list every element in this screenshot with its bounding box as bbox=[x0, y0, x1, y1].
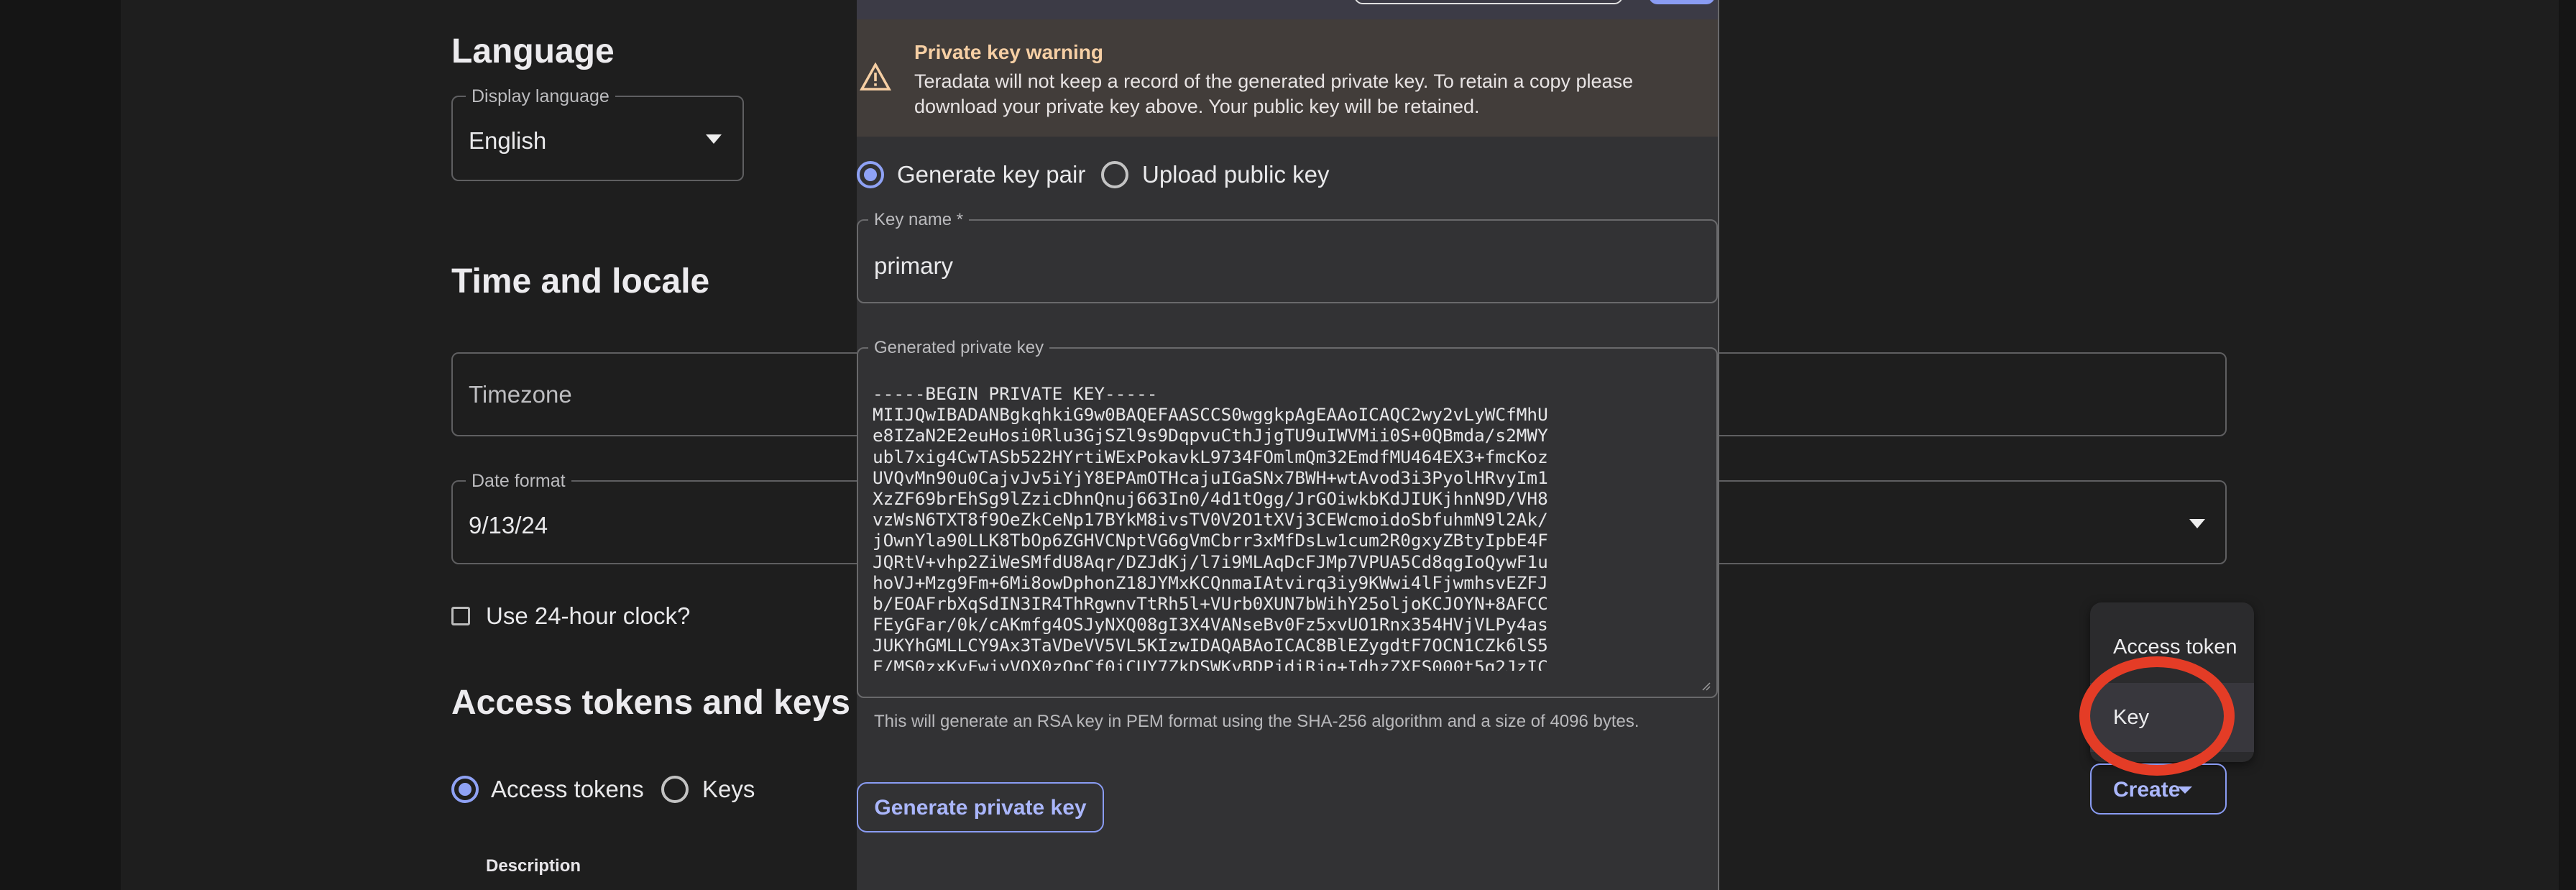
language-heading: Language bbox=[451, 32, 615, 70]
upload-public-key-radio[interactable] bbox=[1101, 161, 1128, 188]
generated-private-key-label: Generated private key bbox=[868, 337, 1050, 359]
primary-action-button[interactable] bbox=[1649, 0, 1715, 4]
key-generation-helper-text: This will generate an RSA key in PEM for… bbox=[874, 712, 1639, 731]
private-key-warning-banner: Private key warning Teradata will not ke… bbox=[857, 19, 1718, 137]
create-button[interactable]: Create bbox=[2090, 763, 2227, 815]
generate-key-pair-radio[interactable] bbox=[857, 161, 884, 188]
warning-icon bbox=[860, 63, 891, 91]
generate-key-pair-label: Generate key pair bbox=[897, 161, 1086, 188]
keys-radio-label: Keys bbox=[702, 776, 755, 802]
create-dropdown-menu: Access token Key bbox=[2090, 602, 2254, 762]
left-gutter bbox=[0, 0, 121, 890]
table-header-description[interactable]: Description bbox=[486, 856, 581, 876]
resize-handle-icon[interactable] bbox=[1701, 681, 1711, 691]
date-format-value: 9/13/24 bbox=[469, 512, 548, 538]
download-button[interactable] bbox=[1354, 0, 1623, 4]
display-language-select[interactable]: Display language English bbox=[451, 86, 744, 181]
display-language-value: English bbox=[469, 127, 547, 154]
right-gutter bbox=[2559, 0, 2576, 890]
caret-down-icon bbox=[2178, 786, 2192, 794]
upload-public-key-label: Upload public key bbox=[1142, 161, 1330, 188]
generated-private-key-textarea[interactable]: Generated private key -----BEGIN PRIVATE… bbox=[857, 337, 1718, 698]
generate-private-key-button[interactable]: Generate private key bbox=[857, 782, 1104, 832]
date-format-label: Date format bbox=[466, 470, 571, 492]
dialog-header-bar bbox=[857, 0, 1718, 19]
warning-body: Teradata will not keep a record of the g… bbox=[914, 70, 1634, 117]
access-tokens-heading: Access tokens and keys bbox=[451, 684, 850, 722]
menu-item-key[interactable]: Key bbox=[2090, 683, 2254, 752]
create-key-dialog: Private key warning Teradata will not ke… bbox=[857, 0, 1719, 890]
key-name-value: primary bbox=[874, 252, 954, 279]
access-tokens-radio[interactable] bbox=[451, 776, 479, 803]
use-24h-checkbox[interactable] bbox=[451, 607, 470, 625]
chevron-down-icon bbox=[2189, 519, 2205, 528]
menu-item-access-token[interactable]: Access token bbox=[2090, 613, 2254, 682]
time-locale-heading: Time and locale bbox=[451, 262, 710, 301]
keys-radio[interactable] bbox=[661, 776, 689, 803]
key-name-input[interactable]: Key name * primary bbox=[857, 209, 1718, 303]
display-language-label: Display language bbox=[466, 86, 615, 107]
access-tokens-radio-label: Access tokens bbox=[491, 776, 644, 802]
private-key-text[interactable]: -----BEGIN PRIVATE KEY----- MIIJQwIBADAN… bbox=[873, 383, 1692, 671]
timezone-placeholder: Timezone bbox=[469, 381, 572, 408]
use-24h-label: Use 24-hour clock? bbox=[486, 602, 691, 629]
chevron-down-icon bbox=[706, 134, 722, 144]
warning-title: Private key warning bbox=[914, 41, 1104, 63]
key-name-label: Key name * bbox=[868, 209, 970, 231]
create-button-label: Create bbox=[2113, 778, 2181, 802]
